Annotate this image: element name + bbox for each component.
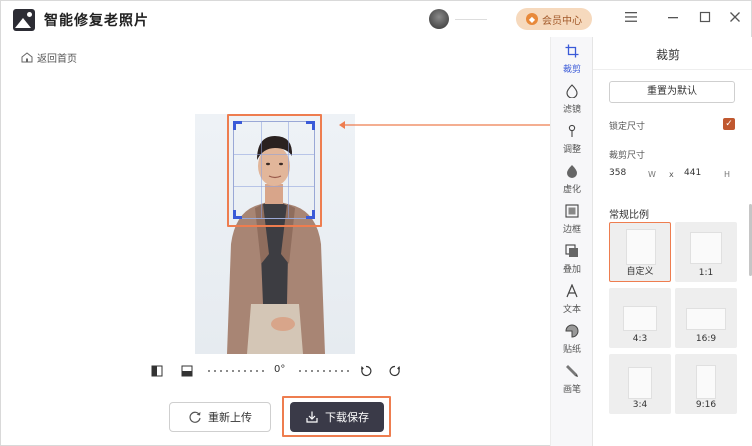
ratio-label: 9:16 — [695, 400, 717, 410]
ratio-preview — [626, 229, 656, 265]
rotate-left-icon[interactable] — [360, 365, 372, 377]
tool-label: 叠加 — [562, 265, 581, 275]
crop-width-input[interactable]: 358 — [609, 168, 626, 178]
ratio-label: 16:9 — [695, 334, 717, 344]
ratio-option-4-3[interactable]: 4:3 — [609, 288, 671, 348]
ratio-option-9-16[interactable]: 9:16 — [675, 354, 737, 414]
ratio-preview — [690, 232, 722, 264]
tool-label: 调整 — [562, 145, 581, 155]
rotation-value: 0° — [274, 364, 286, 375]
tool-overlay[interactable]: 叠加 — [551, 241, 593, 279]
ratio-label: 3:4 — [632, 400, 648, 410]
tool-label: 贴纸 — [562, 345, 581, 355]
ratio-option-16-9[interactable]: 16:9 — [675, 288, 737, 348]
ratio-section-title: 常规比例 — [609, 210, 649, 221]
rotate-right-icon[interactable] — [389, 365, 401, 377]
filter-icon — [566, 84, 578, 98]
reupload-label: 重新上传 — [208, 411, 252, 424]
tool-label: 边框 — [562, 225, 581, 235]
flip-vertical-icon[interactable] — [181, 365, 193, 377]
divider — [593, 69, 752, 70]
reset-default-button[interactable]: 重置为默认 — [609, 81, 735, 103]
tool-label: 画笔 — [562, 385, 581, 395]
lock-size-label: 锁定尺寸 — [609, 122, 646, 132]
crop-height-input[interactable]: 441 — [684, 168, 701, 178]
times-sign: x — [669, 170, 674, 179]
ratio-option-1-1[interactable]: 1:1 — [675, 222, 737, 282]
ratio-label: 1:1 — [698, 268, 714, 278]
ratio-label: 4:3 — [632, 334, 648, 344]
ratio-preview — [696, 365, 716, 399]
sticker-icon — [565, 324, 579, 338]
ratio-option-custom[interactable]: 自定义 — [609, 222, 671, 282]
tool-label: 文本 — [562, 305, 581, 315]
reupload-button[interactable]: 重新上传 — [169, 402, 271, 432]
tool-label: 滤镜 — [562, 105, 581, 115]
brush-icon — [566, 365, 578, 377]
adjust-icon — [568, 124, 576, 137]
ratio-preview — [686, 308, 726, 330]
crop-panel: 裁剪 重置为默认 锁定尺寸 ✓ 裁剪尺寸 358 W x 441 H 常规比例 … — [592, 37, 752, 446]
ratio-label: 自定义 — [626, 267, 654, 277]
crop-icon — [565, 44, 579, 58]
flip-horizontal-icon[interactable] — [151, 365, 163, 377]
app-window: 智能修复老照片 ◆ 会员中心 返回首页 0° 重新上传 下载保存 裁剪 滤镜 调… — [0, 0, 752, 446]
download-save-label: 下载保存 — [325, 411, 369, 424]
ratio-option-3-4[interactable]: 3:4 — [609, 354, 671, 414]
ratio-preview — [623, 306, 657, 331]
tool-adjust[interactable]: 调整 — [551, 121, 593, 159]
panel-title: 裁剪 — [655, 48, 680, 62]
tool-label: 裁剪 — [562, 65, 581, 75]
ratio-preview — [628, 367, 652, 399]
download-icon — [306, 411, 318, 423]
refresh-icon — [189, 411, 201, 423]
tool-frame[interactable]: 边框 — [551, 201, 593, 239]
blur-icon — [567, 165, 577, 178]
tool-sidebar: 裁剪 滤镜 调整 虚化 边框 叠加 文本 贴纸 画笔 — [550, 37, 592, 446]
text-icon — [566, 284, 578, 298]
rotation-slider-right[interactable] — [297, 370, 352, 372]
tool-label: 虚化 — [562, 185, 581, 195]
tool-brush[interactable]: 画笔 — [551, 361, 593, 399]
height-unit: H — [724, 170, 731, 179]
lock-size-checkbox[interactable]: ✓ — [723, 118, 735, 130]
frame-icon — [565, 204, 579, 218]
rotation-toolbar: 0° — [151, 363, 401, 379]
tool-blur[interactable]: 虚化 — [551, 161, 593, 199]
tool-filter[interactable]: 滤镜 — [551, 81, 593, 119]
width-unit: W — [648, 170, 656, 179]
crop-size-label: 裁剪尺寸 — [609, 151, 646, 161]
tool-sticker[interactable]: 贴纸 — [551, 321, 593, 359]
download-save-button[interactable]: 下载保存 — [290, 402, 384, 432]
tool-text[interactable]: 文本 — [551, 281, 593, 319]
tool-crop[interactable]: 裁剪 — [551, 41, 593, 79]
rotation-slider-left[interactable] — [206, 370, 266, 372]
overlay-icon — [565, 244, 578, 257]
